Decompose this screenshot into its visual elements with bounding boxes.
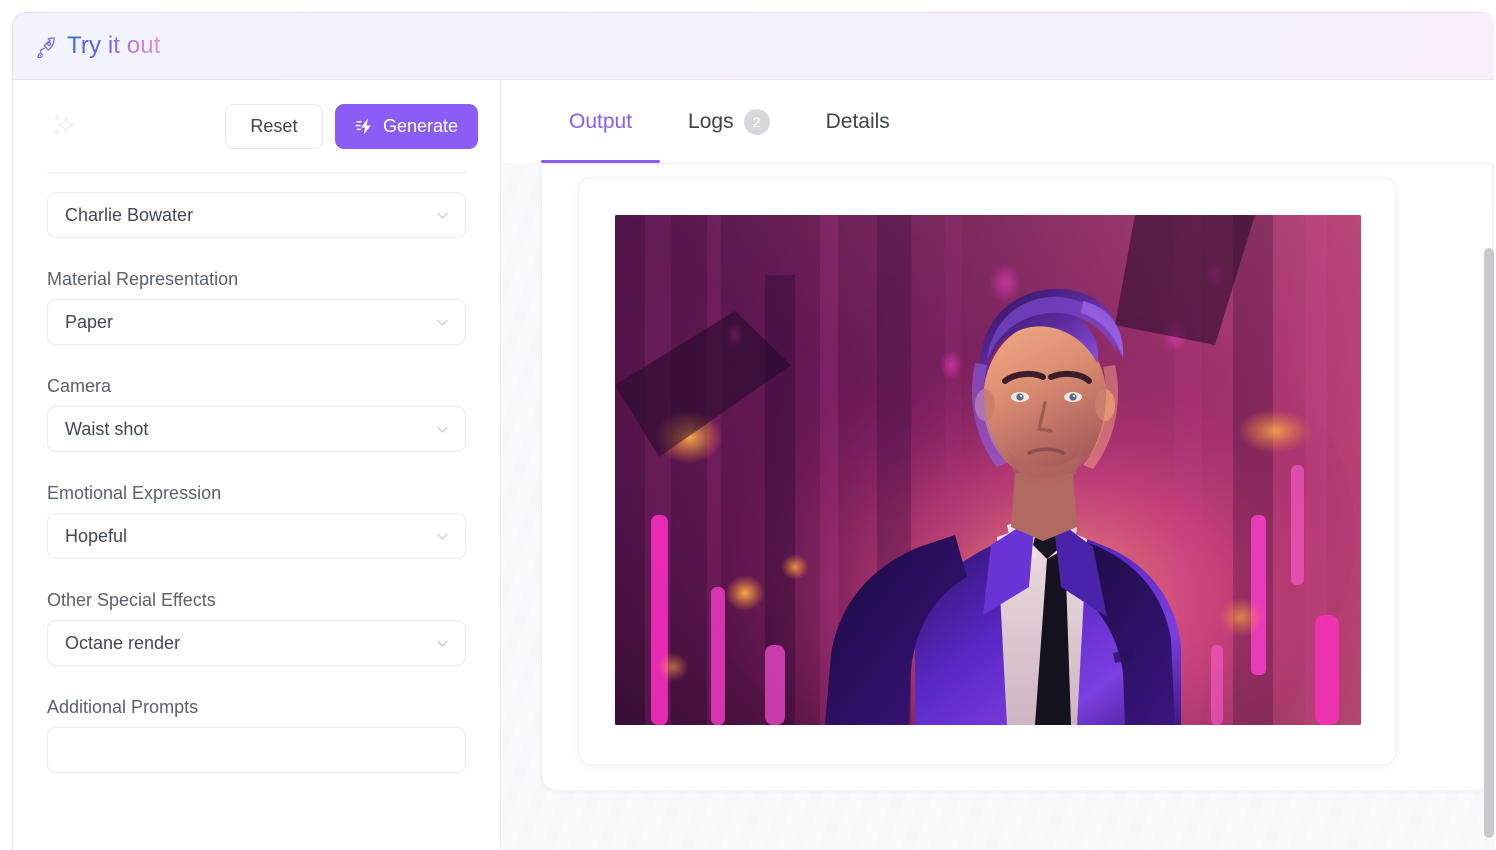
output-tabs: Output Logs 2 Details [501, 80, 1494, 163]
generate-button-label: Generate [382, 115, 458, 136]
field-label-emotional-expression: Emotional Expression [47, 483, 222, 503]
material-representation-select[interactable]: Paper [47, 299, 466, 345]
chevron-down-icon [434, 635, 451, 652]
field-other-special-effects: Other Special Effects Octane render [47, 590, 466, 666]
output-image-card [578, 177, 1396, 765]
tab-output-label: Output [569, 109, 633, 133]
tab-details-label: Details [825, 109, 890, 133]
tab-logs-label: Logs [688, 109, 734, 133]
field-material-representation: Material Representation Paper [47, 269, 466, 345]
camera-value: Waist shot [65, 418, 149, 439]
page-title: Try it out [67, 32, 161, 59]
field-emotional-expression: Emotional Expression Hopeful [47, 483, 466, 559]
generated-image[interactable] [615, 215, 1361, 725]
camera-select[interactable]: Waist shot [47, 406, 466, 452]
scrollbar-thumb[interactable] [1484, 248, 1494, 838]
form-divider [47, 172, 466, 173]
page-vertical-scrollbar[interactable] [1482, 0, 1496, 838]
artist-style-select[interactable]: Charlie Bowater [47, 192, 466, 238]
lightning-bolt-icon [355, 117, 374, 136]
content-split: Reset Generate Charlie Bowater Material … [13, 80, 1494, 850]
tab-details[interactable]: Details [798, 80, 918, 163]
parameters-panel: Reset Generate Charlie Bowater Material … [13, 80, 501, 850]
additional-prompts-input[interactable] [47, 727, 466, 773]
emotional-expression-value: Hopeful [65, 525, 128, 546]
field-label-material-representation: Material Representation [47, 269, 239, 289]
field-label-camera: Camera [47, 376, 112, 396]
artist-style-value: Charlie Bowater [65, 204, 194, 225]
field-label-additional-prompts: Additional Prompts [47, 697, 199, 717]
field-additional-prompts: Additional Prompts [47, 697, 466, 773]
other-special-effects-select[interactable]: Octane render [47, 620, 466, 666]
chevron-down-icon [434, 528, 451, 545]
try-it-out-window: Try it out Reset Generate Charlie Bowate… [12, 12, 1494, 850]
reset-button[interactable]: Reset [224, 103, 323, 149]
field-camera: Camera Waist shot [47, 376, 466, 452]
chevron-down-icon [434, 421, 451, 438]
sparkles-icon [47, 109, 81, 143]
output-card [541, 163, 1493, 791]
emotional-expression-select[interactable]: Hopeful [47, 513, 466, 559]
output-stage [501, 163, 1494, 850]
tab-logs[interactable]: Logs 2 [660, 80, 798, 163]
output-panel: Output Logs 2 Details [501, 80, 1494, 850]
panel-header: Try it out [13, 13, 1494, 80]
parameters-toolbar: Reset Generate [13, 80, 500, 172]
other-special-effects-value: Octane render [65, 632, 181, 653]
generate-button[interactable]: Generate [334, 103, 478, 149]
chevron-down-icon [434, 207, 451, 224]
parameters-form: Charlie Bowater Material Representation … [13, 172, 500, 773]
rocket-icon [35, 36, 57, 59]
tab-output[interactable]: Output [541, 80, 661, 163]
material-representation-value: Paper [65, 311, 114, 332]
chevron-down-icon [434, 314, 451, 331]
field-label-other-special-effects: Other Special Effects [47, 590, 216, 610]
tab-logs-badge: 2 [743, 108, 770, 135]
field-artist-style: Charlie Bowater [47, 192, 466, 238]
